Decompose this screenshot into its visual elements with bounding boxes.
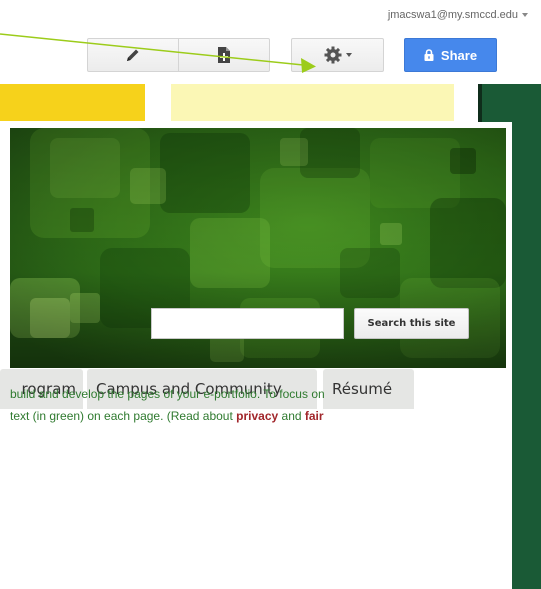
site-header-banner: Search this site [10, 128, 506, 368]
chevron-down-icon [522, 13, 528, 18]
body-line-1: build and develop the pages of your e-po… [10, 387, 325, 401]
new-page-icon [218, 47, 230, 63]
body-line-2: text (in green) on each page. (Read abou… [10, 405, 490, 427]
site-search-input[interactable] [151, 308, 344, 339]
site-page: Search this site rogram Campus and Commu… [0, 122, 512, 589]
share-button[interactable]: Share [404, 38, 497, 72]
header-accent-cream [171, 84, 454, 121]
account-email[interactable]: jmacswa1@my.smccd.edu [388, 9, 528, 21]
and-text: and [278, 409, 305, 423]
privacy-link[interactable]: privacy [236, 409, 278, 423]
share-label: Share [440, 47, 478, 63]
page-body-text: build and develop the pages of your e-po… [10, 383, 490, 427]
edit-toolbar-group [87, 38, 270, 72]
more-actions-button[interactable] [291, 38, 384, 72]
edit-page-button[interactable] [88, 39, 178, 71]
fair-use-link[interactable]: fair [305, 409, 324, 423]
header-accent-yellow [0, 84, 145, 121]
body-line-2-text: text (in green) on each page. (Read abou… [10, 409, 237, 423]
gear-icon [324, 46, 341, 64]
search-site-button[interactable]: Search this site [354, 308, 469, 339]
pencil-icon [127, 49, 139, 61]
lock-icon [424, 49, 434, 61]
new-page-button[interactable] [178, 39, 269, 71]
account-email-text: jmacswa1@my.smccd.edu [387, 9, 518, 21]
chevron-down-icon [345, 53, 352, 57]
